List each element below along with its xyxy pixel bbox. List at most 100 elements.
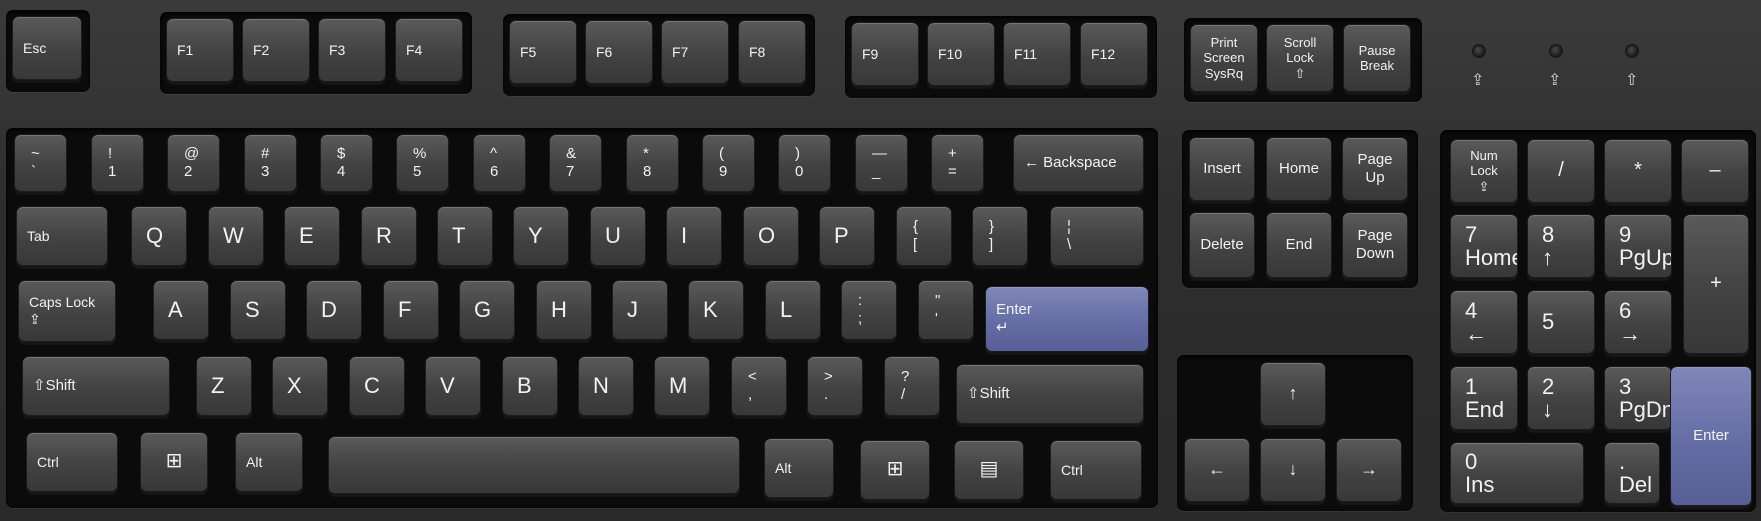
numpad-5-key[interactable]: 5: [1527, 290, 1595, 354]
right-alt-key[interactable]: Alt: [764, 438, 834, 498]
left-shift-key[interactable]: ⇧Shift: [22, 356, 170, 416]
end-key[interactable]: End: [1266, 212, 1332, 278]
key-8[interactable]: * 8: [626, 134, 679, 192]
left-windows-key[interactable]: ⊞: [140, 432, 208, 492]
numpad-decimal-key[interactable]: . Del: [1604, 442, 1660, 504]
key-e[interactable]: E: [284, 206, 340, 266]
page-up-key[interactable]: Page Up: [1342, 137, 1408, 201]
key-z[interactable]: Z: [196, 356, 252, 416]
backslash-key[interactable]: ¦ \: [1050, 206, 1144, 266]
f4-key[interactable]: F4: [395, 18, 463, 82]
key-s[interactable]: S: [230, 280, 286, 340]
f11-key[interactable]: F11: [1003, 22, 1071, 86]
left-ctrl-key[interactable]: Ctrl: [26, 432, 118, 492]
f10-key[interactable]: F10: [927, 22, 995, 86]
key-b[interactable]: B: [502, 356, 558, 416]
f9-key[interactable]: F9: [851, 22, 919, 86]
key-j[interactable]: J: [612, 280, 668, 340]
key-7[interactable]: & 7: [549, 134, 602, 192]
minus-key[interactable]: — _: [855, 134, 908, 192]
comma-key[interactable]: < ,: [731, 356, 787, 416]
menu-key[interactable]: ▤: [954, 440, 1024, 500]
key-m[interactable]: M: [654, 356, 710, 416]
f12-key[interactable]: F12: [1080, 22, 1148, 86]
left-alt-key[interactable]: Alt: [235, 432, 303, 492]
semicolon-key[interactable]: : ;: [841, 280, 897, 340]
key-h[interactable]: H: [536, 280, 592, 340]
key-c[interactable]: C: [349, 356, 405, 416]
key-l[interactable]: L: [765, 280, 821, 340]
right-windows-key[interactable]: ⊞: [860, 440, 930, 500]
numpad-enter-key[interactable]: Enter: [1670, 366, 1752, 506]
numpad-1-key[interactable]: 1 End: [1450, 366, 1518, 430]
key-6[interactable]: ^ 6: [473, 134, 526, 192]
home-key[interactable]: Home: [1266, 137, 1332, 201]
space-bar[interactable]: [328, 436, 740, 494]
insert-key[interactable]: Insert: [1189, 137, 1255, 201]
key-w[interactable]: W: [208, 206, 264, 266]
right-ctrl-key[interactable]: Ctrl: [1050, 440, 1142, 500]
key-2[interactable]: @ 2: [167, 134, 220, 192]
key-p[interactable]: P: [819, 206, 875, 266]
f8-key[interactable]: F8: [738, 20, 806, 84]
numpad-divide-key[interactable]: /: [1527, 139, 1595, 203]
numpad-2-key[interactable]: 2 ↓: [1527, 366, 1595, 430]
period-key[interactable]: > .: [807, 356, 863, 416]
esc-key[interactable]: Esc: [12, 16, 82, 80]
numpad-multiply-key[interactable]: *: [1604, 139, 1672, 203]
key-a[interactable]: A: [153, 280, 209, 340]
backspace-key[interactable]: ← Backspace: [1013, 134, 1144, 192]
f7-key[interactable]: F7: [661, 20, 729, 84]
print-screen-key[interactable]: Print Screen SysRq: [1190, 24, 1258, 92]
delete-key[interactable]: Delete: [1189, 212, 1255, 278]
numpad-plus-key[interactable]: +: [1683, 214, 1749, 354]
key-d[interactable]: D: [306, 280, 362, 340]
key-1[interactable]: ! 1: [91, 134, 144, 192]
slash-key[interactable]: ? /: [884, 356, 940, 416]
right-bracket-key[interactable]: } ]: [972, 206, 1028, 266]
arrow-right-key[interactable]: →: [1336, 438, 1402, 502]
key-i[interactable]: I: [666, 206, 722, 266]
numpad-minus-key[interactable]: –: [1681, 139, 1749, 203]
key-n[interactable]: N: [578, 356, 634, 416]
numpad-3-key[interactable]: 3 PgDn: [1604, 366, 1672, 430]
num-lock-key[interactable]: Num Lock ⇪: [1450, 139, 1518, 203]
caps-lock-key[interactable]: Caps Lock ⇪: [18, 280, 116, 342]
key-9[interactable]: ( 9: [702, 134, 755, 192]
f2-key[interactable]: F2: [242, 18, 310, 82]
quote-key[interactable]: " ': [918, 280, 974, 340]
key-u[interactable]: U: [590, 206, 646, 266]
key-r[interactable]: R: [361, 206, 417, 266]
enter-key[interactable]: Enter ↵: [985, 286, 1149, 352]
key-4[interactable]: $ 4: [320, 134, 373, 192]
key-x[interactable]: X: [272, 356, 328, 416]
f5-key[interactable]: F5: [509, 20, 577, 84]
f6-key[interactable]: F6: [585, 20, 653, 84]
key-g[interactable]: G: [459, 280, 515, 340]
tab-key[interactable]: Tab: [16, 206, 108, 266]
numpad-8-key[interactable]: 8 ↑: [1527, 214, 1595, 278]
numpad-9-key[interactable]: 9 PgUp: [1604, 214, 1672, 278]
key-t[interactable]: T: [437, 206, 493, 266]
key-o[interactable]: O: [743, 206, 799, 266]
left-bracket-key[interactable]: { [: [896, 206, 952, 266]
key-k[interactable]: K: [688, 280, 744, 340]
f3-key[interactable]: F3: [318, 18, 386, 82]
key-0[interactable]: ) 0: [778, 134, 831, 192]
key-f[interactable]: F: [383, 280, 439, 340]
key-q[interactable]: Q: [131, 206, 187, 266]
f1-key[interactable]: F1: [166, 18, 234, 82]
key-v[interactable]: V: [425, 356, 481, 416]
equals-key[interactable]: + =: [931, 134, 984, 192]
key-5[interactable]: % 5: [396, 134, 449, 192]
numpad-0-key[interactable]: 0 Ins: [1450, 442, 1584, 504]
numpad-6-key[interactable]: 6 →: [1604, 290, 1672, 354]
key-y[interactable]: Y: [513, 206, 569, 266]
arrow-up-key[interactable]: ↑: [1260, 362, 1326, 426]
backtick-key[interactable]: ~ `: [14, 134, 67, 192]
page-down-key[interactable]: Page Down: [1342, 212, 1408, 278]
numpad-7-key[interactable]: 7 Home: [1450, 214, 1518, 278]
numpad-4-key[interactable]: 4 ←: [1450, 290, 1518, 354]
arrow-left-key[interactable]: ←: [1184, 438, 1250, 502]
arrow-down-key[interactable]: ↓: [1260, 438, 1326, 502]
